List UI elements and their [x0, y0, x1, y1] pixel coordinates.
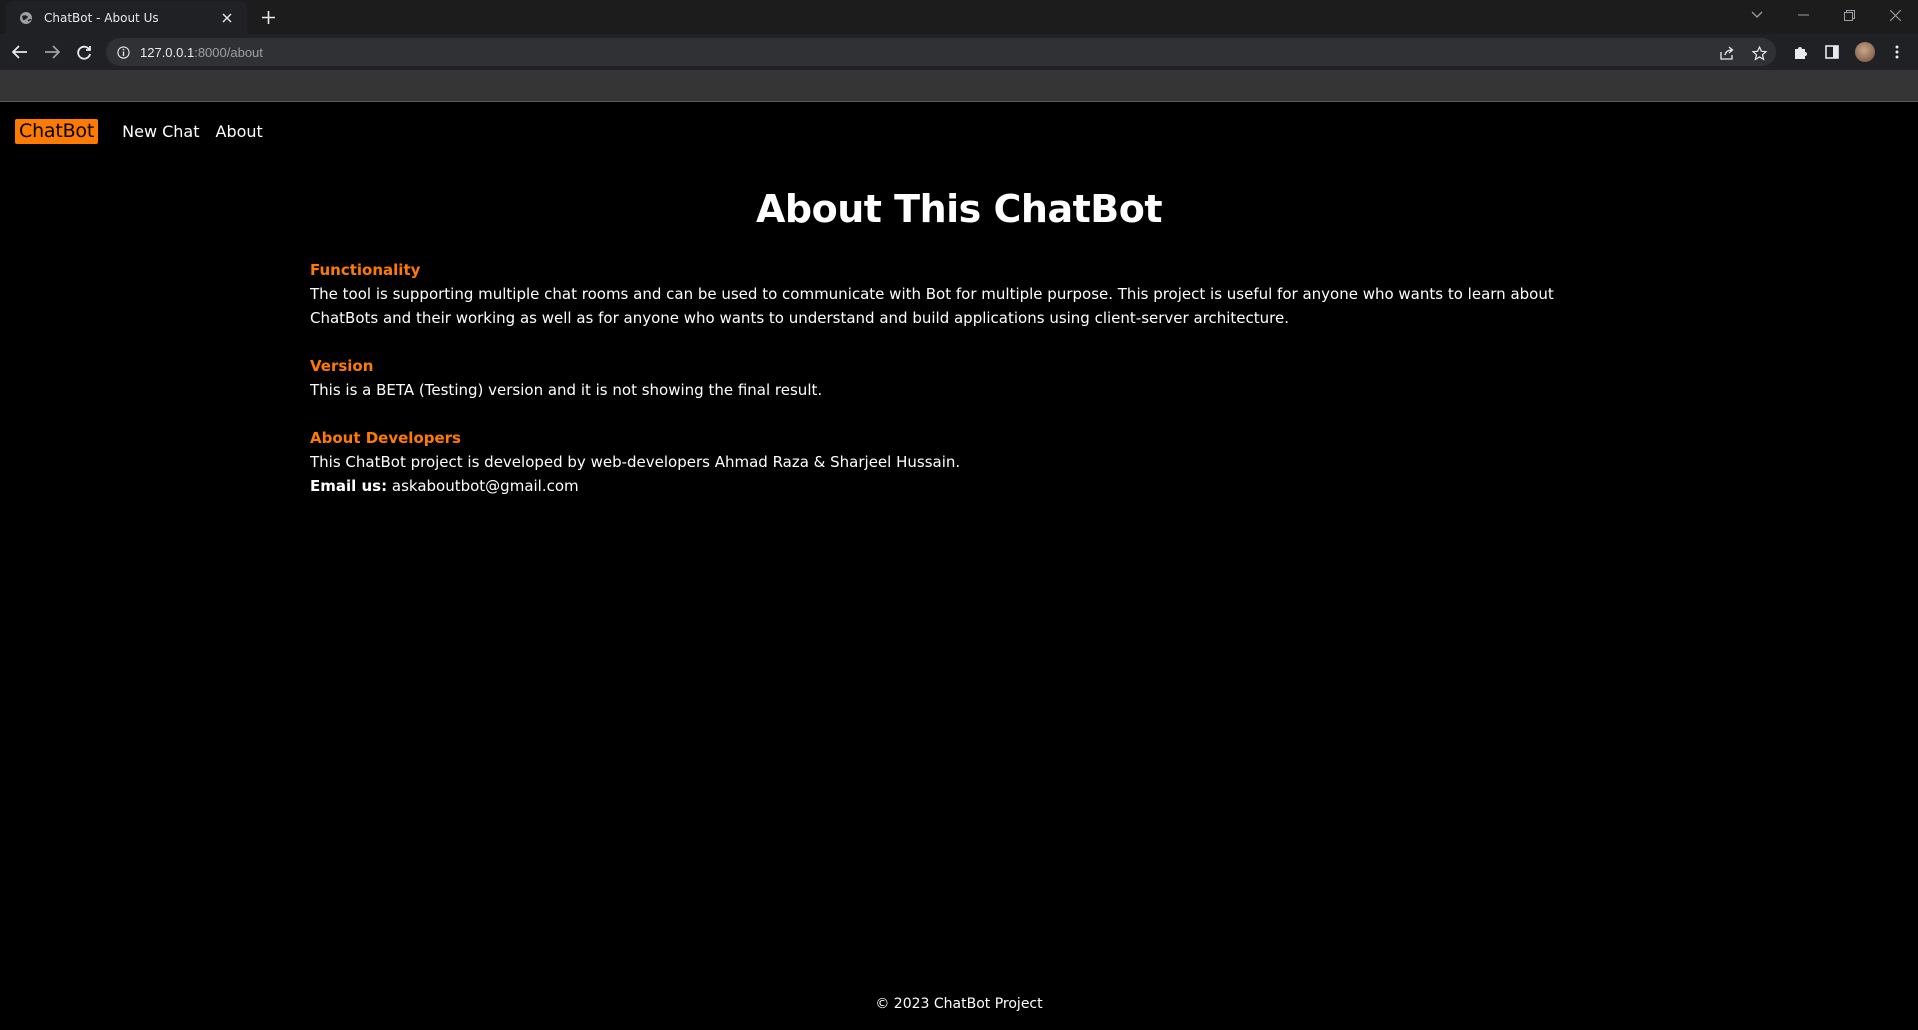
page: ChatBot New Chat About About This ChatBo…	[0, 103, 1918, 1030]
browser-toolbar: 127.0.0.1:8000/about	[0, 34, 1918, 70]
bookmarks-bar	[0, 70, 1918, 102]
url-text: 127.0.0.1:8000/about	[140, 45, 263, 60]
side-panel-icon[interactable]	[1822, 42, 1842, 62]
restore-icon[interactable]	[1834, 4, 1864, 26]
bookmark-star-icon[interactable]	[1750, 44, 1768, 62]
share-icon[interactable]	[1718, 44, 1736, 62]
version-section: Version This is a BETA (Testing) version…	[310, 354, 1600, 402]
globe-icon	[18, 10, 34, 26]
nav-about-link[interactable]: About	[216, 122, 263, 141]
profile-avatar[interactable]	[1855, 42, 1875, 62]
section-text: The tool is supporting multiple chat roo…	[310, 285, 1554, 327]
section-title: About Developers	[310, 429, 461, 447]
close-tab-icon[interactable]	[219, 10, 235, 26]
site-info-icon[interactable]	[116, 45, 130, 59]
brand-logo-link[interactable]: ChatBot	[15, 118, 99, 144]
section-text: This ChatBot project is developed by web…	[310, 453, 961, 471]
page-title: About This ChatBot	[756, 187, 1163, 231]
about-content: Functionality The tool is supporting mul…	[310, 258, 1600, 522]
kebab-menu-icon[interactable]	[1887, 42, 1907, 62]
nav-new-chat-link[interactable]: New Chat	[122, 122, 199, 141]
footer-copyright: © 2023 ChatBot Project	[875, 996, 1043, 1012]
email-address: askaboutbot@gmail.com	[391, 477, 579, 495]
address-bar[interactable]: 127.0.0.1:8000/about	[106, 38, 1776, 66]
url-host: 127.0.0.1	[140, 44, 195, 60]
functionality-section: Functionality The tool is supporting mul…	[310, 258, 1600, 330]
email-line: Email us: askaboutbot@gmail.com	[310, 474, 1600, 498]
close-window-icon[interactable]	[1880, 4, 1910, 26]
section-title: Version	[310, 357, 374, 375]
extensions-puzzle-icon[interactable]	[1790, 42, 1810, 62]
reload-icon[interactable]	[72, 40, 96, 64]
tab-title: ChatBot - About Us	[44, 10, 159, 25]
tab-search-chevron-icon[interactable]	[1742, 4, 1772, 26]
back-arrow-icon[interactable]	[8, 40, 32, 64]
forward-arrow-icon[interactable]	[40, 40, 64, 64]
email-label: Email us:	[310, 477, 388, 495]
section-title: Functionality	[310, 261, 421, 279]
site-navbar: ChatBot New Chat About	[15, 117, 263, 145]
browser-tabstrip: ChatBot - About Us	[0, 0, 1918, 34]
minimize-icon[interactable]	[1788, 4, 1818, 26]
new-tab-icon[interactable]	[258, 7, 278, 27]
developers-section: About Developers This ChatBot project is…	[310, 426, 1600, 498]
section-text: This is a BETA (Testing) version and it …	[310, 381, 823, 399]
browser-tab[interactable]: ChatBot - About Us	[6, 1, 247, 34]
url-path: :8000/about	[194, 44, 263, 60]
